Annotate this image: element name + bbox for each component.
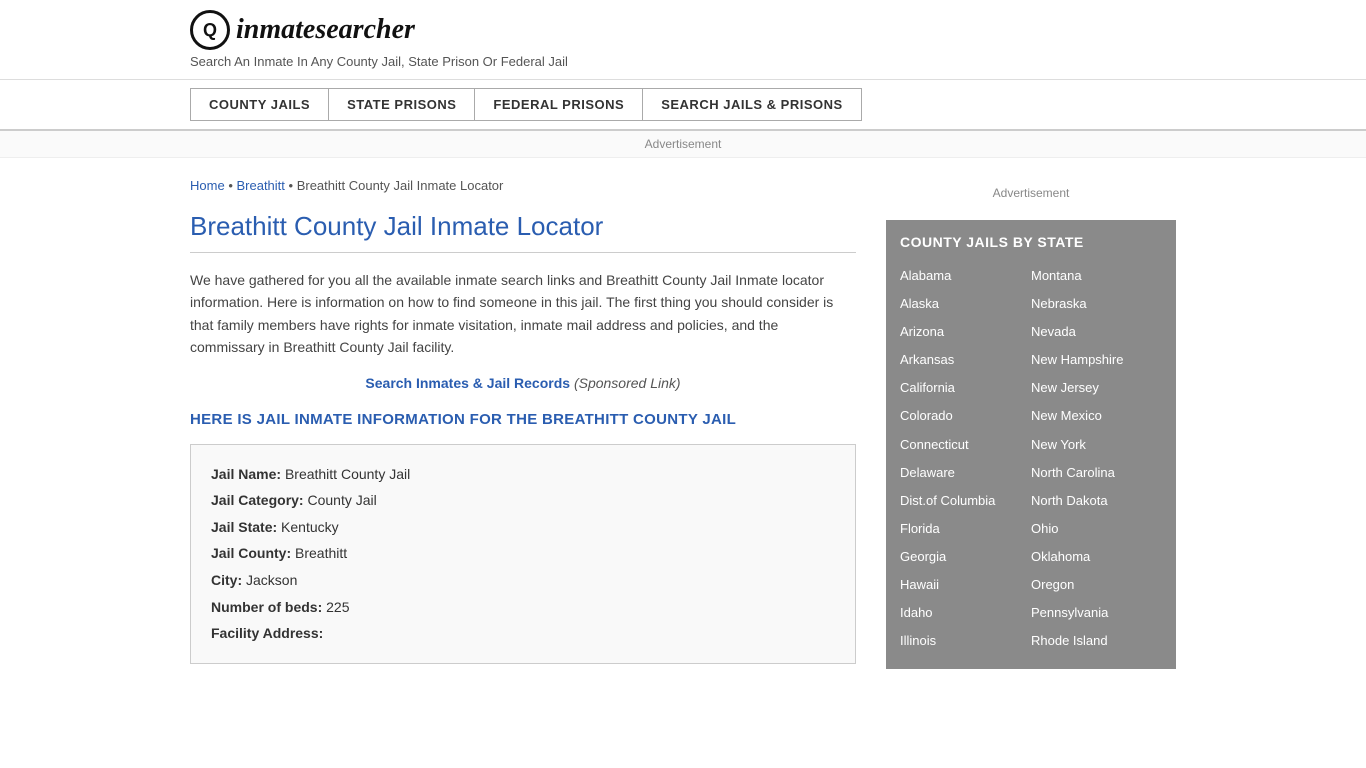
sponsored-text: (Sponsored Link)	[574, 375, 681, 391]
state-link[interactable]: Arkansas	[900, 346, 1031, 374]
state-link[interactable]: Arizona	[900, 318, 1031, 346]
jail-beds-row: Number of beds: 225	[211, 594, 835, 621]
state-link[interactable]: Delaware	[900, 459, 1031, 487]
state-link[interactable]: Oregon	[1031, 571, 1162, 599]
jail-category-val: County Jail	[307, 492, 376, 508]
state-link[interactable]: Connecticut	[900, 431, 1031, 459]
jail-name-label: Jail Name:	[211, 466, 281, 482]
nav-search-jails[interactable]: SEARCH JAILS & PRISONS	[643, 88, 861, 121]
ad-bar: Advertisement	[0, 131, 1366, 158]
breadcrumb-sep2: •	[289, 178, 297, 193]
jail-address-label: Facility Address:	[211, 625, 323, 641]
jail-city-val: Jackson	[246, 572, 297, 588]
state-link[interactable]: New Jersey	[1031, 374, 1162, 402]
jail-category-label: Jail Category:	[211, 492, 304, 508]
state-col-left: AlabamaAlaskaArizonaArkansasCaliforniaCo…	[900, 262, 1031, 655]
state-link[interactable]: New Mexico	[1031, 402, 1162, 430]
state-link[interactable]: Oklahoma	[1031, 543, 1162, 571]
state-link[interactable]: Dist.of Columbia	[900, 487, 1031, 515]
jail-city-row: City: Jackson	[211, 567, 835, 594]
state-link[interactable]: Rhode Island	[1031, 627, 1162, 655]
logo-icon: Q	[190, 10, 230, 50]
state-link[interactable]: Nevada	[1031, 318, 1162, 346]
state-link[interactable]: Idaho	[900, 599, 1031, 627]
breadcrumb-breathitt[interactable]: Breathitt	[236, 178, 284, 193]
breadcrumb-current: Breathitt County Jail Inmate Locator	[297, 178, 504, 193]
jail-name-row: Jail Name: Breathitt County Jail	[211, 461, 835, 488]
jail-state-row: Jail State: Kentucky	[211, 514, 835, 541]
nav-county-jails[interactable]: COUNTY JAILS	[190, 88, 329, 121]
jail-state-val: Kentucky	[281, 519, 339, 535]
state-col-right: MontanaNebraskaNevadaNew HampshireNew Je…	[1031, 262, 1162, 655]
jail-state-label: Jail State:	[211, 519, 277, 535]
state-link[interactable]: Montana	[1031, 262, 1162, 290]
state-columns: AlabamaAlaskaArizonaArkansasCaliforniaCo…	[900, 262, 1162, 655]
state-link[interactable]: Colorado	[900, 402, 1031, 430]
jail-category-row: Jail Category: County Jail	[211, 487, 835, 514]
content-area: Home • Breathitt • Breathitt County Jail…	[190, 158, 856, 669]
jail-name-val: Breathitt County Jail	[285, 466, 410, 482]
tagline: Search An Inmate In Any County Jail, Sta…	[190, 54, 1176, 69]
jail-county-label: Jail County:	[211, 545, 291, 561]
navigation: COUNTY JAILS STATE PRISONS FEDERAL PRISO…	[0, 80, 1366, 131]
sidebar-ad: Advertisement	[886, 178, 1176, 220]
logo-text: inmatesearcher	[236, 14, 415, 46]
state-link[interactable]: California	[900, 374, 1031, 402]
state-list-title: COUNTY JAILS BY STATE	[900, 234, 1162, 250]
jail-county-row: Jail County: Breathitt	[211, 540, 835, 567]
state-link[interactable]: North Carolina	[1031, 459, 1162, 487]
search-inmates-link[interactable]: Search Inmates & Jail Records	[365, 375, 570, 391]
state-link[interactable]: Hawaii	[900, 571, 1031, 599]
nav-federal-prisons[interactable]: FEDERAL PRISONS	[475, 88, 643, 121]
state-link[interactable]: New York	[1031, 431, 1162, 459]
info-heading: HERE IS JAIL INMATE INFORMATION FOR THE …	[190, 411, 856, 428]
state-link[interactable]: Pennsylvania	[1031, 599, 1162, 627]
state-link[interactable]: Illinois	[900, 627, 1031, 655]
state-link[interactable]: Florida	[900, 515, 1031, 543]
jail-beds-label: Number of beds:	[211, 599, 322, 615]
search-link-area: Search Inmates & Jail Records (Sponsored…	[190, 375, 856, 391]
state-link[interactable]: New Hampshire	[1031, 346, 1162, 374]
page-title: Breathitt County Jail Inmate Locator	[190, 211, 856, 253]
logo-area: Q inmatesearcher	[190, 10, 1176, 50]
sidebar: Advertisement COUNTY JAILS BY STATE Alab…	[886, 158, 1176, 669]
state-link[interactable]: Alabama	[900, 262, 1031, 290]
description-text: We have gathered for you all the availab…	[190, 269, 856, 359]
jail-address-row: Facility Address:	[211, 620, 835, 647]
state-link[interactable]: North Dakota	[1031, 487, 1162, 515]
state-link[interactable]: Nebraska	[1031, 290, 1162, 318]
state-list-box: COUNTY JAILS BY STATE AlabamaAlaskaArizo…	[886, 220, 1176, 669]
nav-state-prisons[interactable]: STATE PRISONS	[329, 88, 475, 121]
state-link[interactable]: Ohio	[1031, 515, 1162, 543]
jail-beds-val: 225	[326, 599, 349, 615]
header: Q inmatesearcher Search An Inmate In Any…	[0, 0, 1366, 80]
jail-info-box: Jail Name: Breathitt County Jail Jail Ca…	[190, 444, 856, 664]
jail-county-val: Breathitt	[295, 545, 347, 561]
state-link[interactable]: Georgia	[900, 543, 1031, 571]
main-layout: Home • Breathitt • Breathitt County Jail…	[0, 158, 1366, 669]
breadcrumb: Home • Breathitt • Breathitt County Jail…	[190, 178, 856, 193]
state-link[interactable]: Alaska	[900, 290, 1031, 318]
jail-city-label: City:	[211, 572, 242, 588]
breadcrumb-home[interactable]: Home	[190, 178, 225, 193]
